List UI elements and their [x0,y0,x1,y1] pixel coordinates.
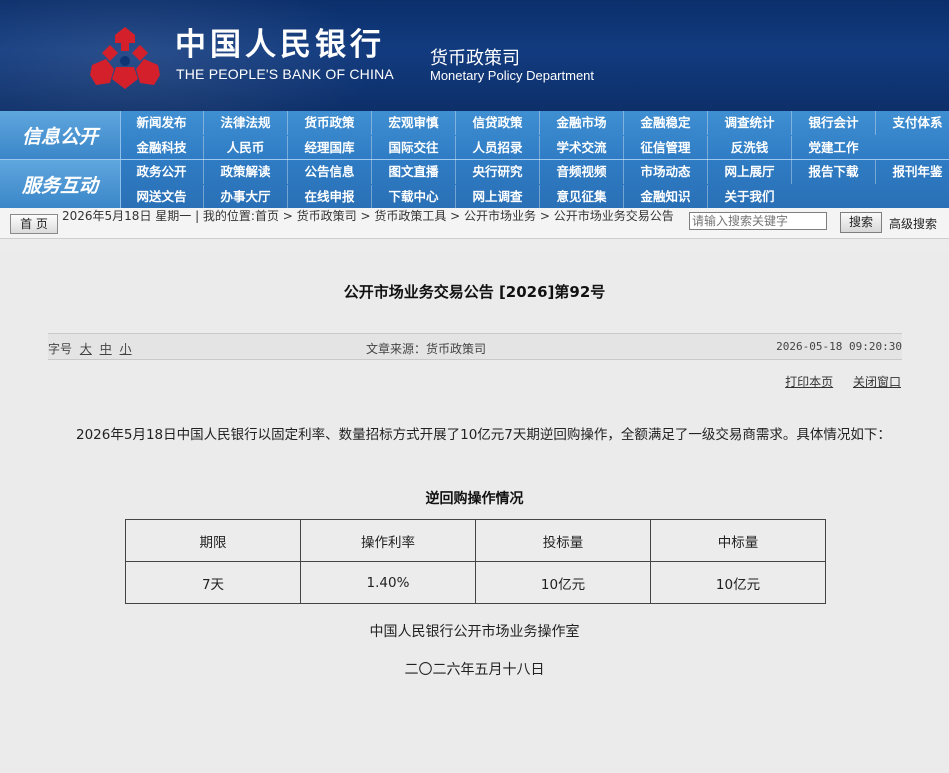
nav-item[interactable]: 市场动态 [623,160,707,184]
nav-item[interactable]: 人员招录 [455,136,539,160]
reverse-repo-table: 期限 操作利率 投标量 中标量 7天 1.40% 10亿元 10亿元 [125,519,826,604]
nav-item[interactable]: 经理国库 [287,136,371,160]
nav-item[interactable]: 在线申报 [287,185,371,209]
pboc-logo-icon[interactable] [88,25,162,91]
table-cell: 1.40% [300,561,476,604]
department-name-en: Monetary Policy Department [430,68,595,83]
close-window-link[interactable]: 关闭窗口 [853,375,901,389]
print-page-link[interactable]: 打印本页 [785,375,833,389]
font-size-small-link[interactable]: 小 [120,342,132,356]
bank-name-en: THE PEOPLE'S BANK OF CHINA [176,66,394,82]
nav-section-info-disclosure: 信息公开 [0,111,121,159]
table-cell: 10亿元 [475,561,651,604]
nav-item[interactable]: 党建工作 [791,136,875,160]
table-title: 逆回购操作情况 [425,491,524,507]
nav-item[interactable]: 办事大厅 [203,185,287,209]
nav-item[interactable]: 征信管理 [623,136,707,160]
search-button[interactable]: 搜索 [840,212,882,233]
table-header-cell: 投标量 [475,519,651,562]
table-cell: 7天 [125,561,301,604]
home-button[interactable]: 首 页 [10,214,58,234]
nav-item[interactable]: 反洗钱 [707,136,791,160]
article-meta-bar: 字号 大 中 小 文章来源：货币政策司 2026-05-18 09:20:30 [48,333,902,360]
article-content: 公开市场业务交易公告 [2026]第92号 字号 大 中 小 文章来源：货币政策… [0,253,949,773]
nav-item[interactable]: 新闻发布 [120,111,203,135]
article-source: 文章来源：货币政策司 [366,342,487,356]
font-size-large-link[interactable]: 大 [80,342,92,356]
nav-row-1: 新闻发布 法律法规 货币政策 宏观审慎 信贷政策 金融市场 金融稳定 调查统计 … [120,111,949,135]
nav-item[interactable]: 金融稳定 [623,111,707,135]
site-header: 中国人民银行 THE PEOPLE'S BANK OF CHINA 货币政策司 … [0,0,949,111]
nav-item[interactable]: 政策解读 [203,160,287,184]
article-title: 公开市场业务交易公告 [2026]第92号 [343,283,606,301]
nav-item[interactable]: 关于我们 [707,185,791,209]
nav-row-2: 金融科技 人民币 经理国库 国际交往 人员招录 学术交流 征信管理 反洗钱 党建… [120,136,875,160]
nav-item[interactable]: 音频视频 [539,160,623,184]
department-name-cn: 货币政策司 [430,48,520,69]
nav-item[interactable]: 报刊年鉴 [875,160,949,184]
main-navigation: 信息公开 服务互动 新闻发布 法律法规 货币政策 宏观审慎 信贷政策 金融市场 … [0,111,949,209]
nav-item[interactable]: 报告下载 [791,160,875,184]
nav-item[interactable]: 国际交往 [371,136,455,160]
nav-item[interactable]: 网送文告 [120,185,203,209]
table-header-cell: 中标量 [650,519,826,562]
nav-item[interactable]: 意见征集 [539,185,623,209]
nav-item[interactable]: 调查统计 [707,111,791,135]
font-size-controls: 字号 大 中 小 [48,340,132,357]
nav-item[interactable]: 公告信息 [287,160,371,184]
nav-item[interactable]: 下载中心 [371,185,455,209]
nav-row-3: 政务公开 政策解读 公告信息 图文直播 央行研究 音频视频 市场动态 网上展厅 … [120,160,949,184]
signature: 中国人民银行公开市场业务操作室 [369,624,580,640]
nav-item[interactable]: 网上调查 [455,185,539,209]
font-size-label: 字号 [48,342,73,356]
table-cell: 10亿元 [650,561,826,604]
nav-item[interactable]: 网上展厅 [707,160,791,184]
nav-item[interactable]: 央行研究 [455,160,539,184]
table-row: 7天 1.40% 10亿元 10亿元 [125,561,826,604]
search-input[interactable] [689,212,827,230]
nav-item[interactable]: 金融知识 [623,185,707,209]
table-header-cell: 期限 [125,519,301,562]
nav-item[interactable]: 宏观审慎 [371,111,455,135]
nav-item[interactable]: 银行会计 [791,111,875,135]
article-datetime: 2026-05-18 09:20:30 [776,340,902,353]
table-header-row: 期限 操作利率 投标量 中标量 [125,519,826,562]
nav-item[interactable]: 货币政策 [287,111,371,135]
breadcrumb[interactable]: 2026年5月18日 星期一 | 我的位置:首页 > 货币政策司 > 货币政策工… [62,210,690,223]
bank-name-cn: 中国人民银行 [175,27,385,63]
table-header-cell: 操作利率 [300,519,476,562]
article-actions: 打印本页 关闭窗口 [769,373,901,390]
nav-item[interactable]: 人民币 [203,136,287,160]
nav-row-4: 网送文告 办事大厅 在线申报 下载中心 网上调查 意见征集 金融知识 关于我们 [120,185,791,209]
breadcrumb-bar: 首 页 2026年5月18日 星期一 | 我的位置:首页 > 货币政策司 > 货… [0,208,949,239]
nav-section-service-interaction: 服务互动 [0,160,121,208]
nav-item[interactable]: 政务公开 [120,160,203,184]
nav-item[interactable]: 学术交流 [539,136,623,160]
nav-item[interactable]: 图文直播 [371,160,455,184]
advanced-search-link[interactable]: 高级搜索 [889,215,937,232]
nav-item[interactable]: 支付体系 [875,111,949,135]
nav-item[interactable]: 法律法规 [203,111,287,135]
signature-date: 二〇二六年五月十八日 [404,662,545,678]
nav-item[interactable]: 信贷政策 [455,111,539,135]
article-paragraph: 2026年5月18日中国人民银行以固定利率、数量招标方式开展了10亿元7天期逆回… [76,427,891,443]
nav-item[interactable]: 金融科技 [120,136,203,160]
font-size-medium-link[interactable]: 中 [100,342,112,356]
nav-item[interactable]: 金融市场 [539,111,623,135]
